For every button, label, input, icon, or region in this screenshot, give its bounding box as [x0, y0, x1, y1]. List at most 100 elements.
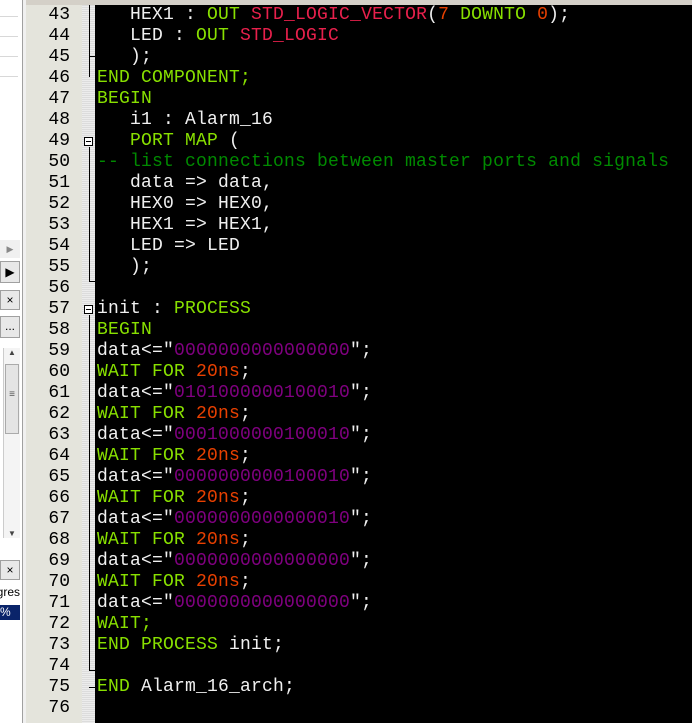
- code-token-kw: WAIT FOR: [97, 446, 197, 466]
- code-token-id: init :: [97, 299, 175, 319]
- code-line[interactable]: HEX1 => HEX1,: [97, 215, 273, 236]
- code-token-id: HEX1 => HEX1,: [97, 215, 274, 235]
- code-token-str: 0000000000100010: [174, 467, 351, 487]
- code-token-id: ;: [240, 530, 252, 550]
- line-number: 71: [48, 593, 70, 613]
- code-token-kw: PORT MAP: [97, 131, 230, 151]
- browse-button[interactable]: ...: [0, 316, 20, 338]
- code-line[interactable]: init : PROCESS: [97, 299, 251, 320]
- line-number: 74: [48, 656, 70, 676]
- code-line[interactable]: WAIT FOR 20ns;: [97, 488, 251, 509]
- code-token-id: HEX1 :: [97, 5, 208, 25]
- code-token-kw: WAIT FOR: [97, 530, 197, 550]
- scroll-up-icon[interactable]: ▲: [4, 348, 20, 357]
- code-line[interactable]: );: [97, 47, 152, 68]
- code-token-id: ";: [350, 593, 373, 613]
- code-token-kw: WAIT;: [97, 614, 153, 634]
- code-line[interactable]: END COMPONENT;: [97, 68, 251, 89]
- code-line[interactable]: HEX0 => HEX0,: [97, 194, 273, 215]
- panel-row: [0, 36, 18, 37]
- code-token-id: init;: [229, 635, 285, 655]
- line-number: 62: [48, 404, 70, 424]
- code-token-str: 0000000000000010: [174, 509, 351, 529]
- code-line[interactable]: END PROCESS init;: [97, 635, 284, 656]
- line-number: 56: [48, 278, 70, 298]
- code-token-id: ";: [350, 467, 373, 487]
- scroll-down-icon[interactable]: ▼: [4, 529, 20, 538]
- code-line[interactable]: LED => LED: [97, 236, 240, 257]
- code-token-str: 0000000000000000: [174, 341, 351, 361]
- code-line[interactable]: END Alarm_16_arch;: [97, 677, 295, 698]
- line-number: 57: [48, 299, 70, 319]
- project-navigator-panel: ▶ ▶ × ... ▲ ≡ ▼ × gres %: [0, 0, 23, 723]
- line-number: 68: [48, 530, 70, 550]
- code-line[interactable]: i1 : Alarm_16: [97, 110, 273, 131]
- line-number: 59: [48, 341, 70, 361]
- code-token-kw: DOWNTO: [460, 5, 538, 25]
- line-number: 60: [48, 362, 70, 382]
- line-number: 70: [48, 572, 70, 592]
- code-token-id: LED => LED: [97, 236, 241, 256]
- code-token-id: Alarm_16_arch;: [141, 677, 296, 697]
- line-number: 44: [48, 26, 70, 46]
- code-token-id: ;: [240, 446, 252, 466]
- code-line[interactable]: WAIT FOR 20ns;: [97, 404, 251, 425]
- code-line[interactable]: data<="0000000000000010";: [97, 509, 372, 530]
- code-line[interactable]: LED : OUT STD_LOGIC: [97, 26, 339, 47]
- close-panel-button-2[interactable]: ×: [0, 560, 20, 580]
- line-number: 75: [48, 677, 70, 697]
- scrollbar-thumb[interactable]: ≡: [5, 364, 19, 434]
- line-number: 58: [48, 320, 70, 340]
- close-panel-button[interactable]: ×: [0, 290, 20, 310]
- vertical-scrollbar[interactable]: ▲ ≡ ▼: [3, 348, 20, 538]
- code-line[interactable]: WAIT;: [97, 614, 152, 635]
- line-number: 54: [48, 236, 70, 256]
- line-number: 48: [48, 110, 70, 130]
- code-token-kw: BEGIN: [97, 89, 153, 109]
- code-token-str: 0000000000000000: [174, 551, 351, 571]
- code-line[interactable]: );: [97, 257, 152, 278]
- line-number: 49: [48, 131, 70, 151]
- progress-value: %: [0, 605, 20, 620]
- code-line[interactable]: HEX1 : OUT STD_LOGIC_VECTOR(7 DOWNTO 0);: [97, 5, 570, 26]
- code-line[interactable]: BEGIN: [97, 320, 152, 341]
- code-line[interactable]: BEGIN: [97, 89, 152, 110]
- scroll-right-icon[interactable]: ▶: [0, 240, 20, 258]
- fold-line: [89, 315, 90, 670]
- fold-collapse-icon[interactable]: [84, 137, 93, 146]
- code-token-kw: BEGIN: [97, 320, 153, 340]
- code-line[interactable]: data => data,: [97, 173, 273, 194]
- code-token-str: 0001000000100010: [174, 425, 351, 445]
- code-line[interactable]: data<="0101000000100010";: [97, 383, 372, 404]
- code-token-kw: WAIT FOR: [97, 362, 197, 382]
- line-number: 66: [48, 488, 70, 508]
- code-line[interactable]: -- list connections between master ports…: [97, 152, 669, 173]
- code-token-kw: END: [97, 677, 142, 697]
- code-token-str: 0101000000100010: [174, 383, 351, 403]
- code-line[interactable]: data<="0000000000100010";: [97, 467, 372, 488]
- line-number: 50: [48, 152, 70, 172]
- line-number: 64: [48, 446, 70, 466]
- code-token-id: ";: [350, 383, 373, 403]
- code-line[interactable]: data<="0000000000000000";: [97, 593, 372, 614]
- code-token-kw: WAIT FOR: [97, 572, 197, 592]
- code-line[interactable]: WAIT FOR 20ns;: [97, 530, 251, 551]
- code-line[interactable]: WAIT FOR 20ns;: [97, 446, 251, 467]
- scroll-right-button[interactable]: ▶: [0, 261, 20, 283]
- code-line[interactable]: PORT MAP (: [97, 131, 240, 152]
- code-token-num: 20ns: [196, 530, 241, 550]
- code-token-id: ";: [350, 509, 373, 529]
- line-number: 61: [48, 383, 70, 403]
- line-number: 43: [48, 5, 70, 25]
- line-number: 65: [48, 467, 70, 487]
- code-line[interactable]: data<="0000000000000000";: [97, 551, 372, 572]
- code-line[interactable]: WAIT FOR 20ns;: [97, 572, 251, 593]
- code-line[interactable]: data<="0000000000000000";: [97, 341, 372, 362]
- code-token-id: data<=": [97, 509, 175, 529]
- fold-end-marker: [89, 281, 95, 282]
- code-token-cm: -- list connections between master ports…: [97, 152, 670, 172]
- line-number: 72: [48, 614, 70, 634]
- fold-collapse-icon[interactable]: [84, 305, 93, 314]
- code-line[interactable]: WAIT FOR 20ns;: [97, 362, 251, 383]
- code-line[interactable]: data<="0001000000100010";: [97, 425, 372, 446]
